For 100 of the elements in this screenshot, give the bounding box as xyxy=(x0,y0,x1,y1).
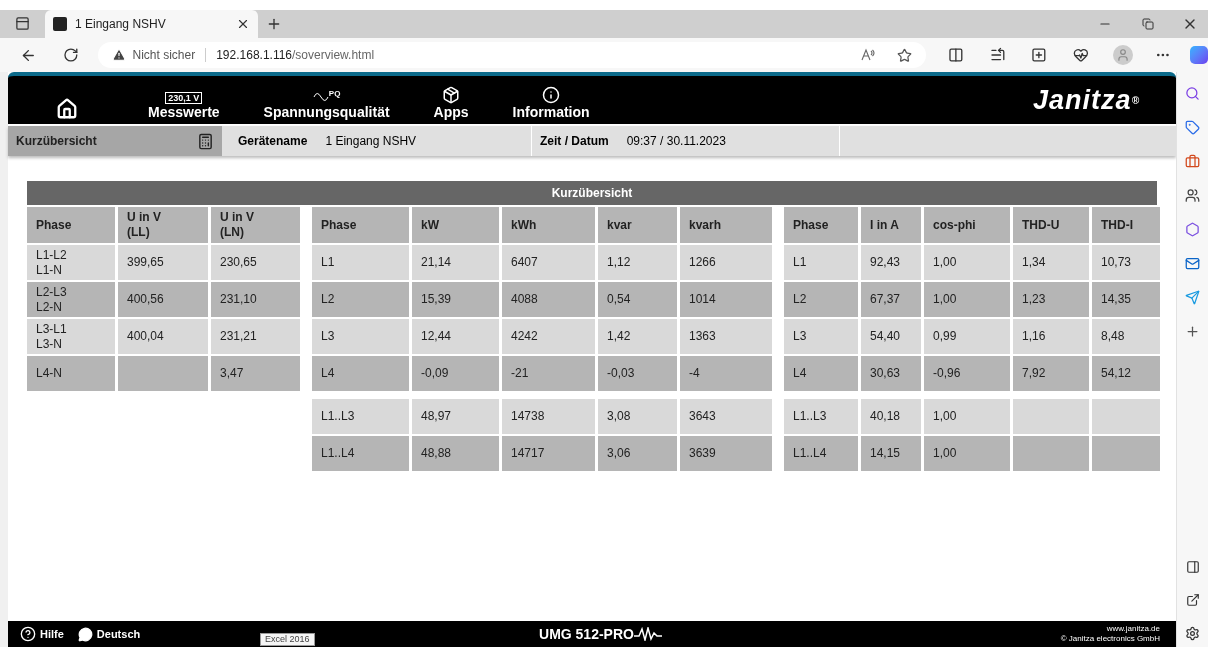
table-cell: L1 xyxy=(784,245,858,280)
table-cell: L1-L2 L1-N xyxy=(27,245,115,280)
language-link[interactable]: Deutsch xyxy=(96,625,141,643)
waveform-icon xyxy=(633,627,662,641)
favorites-icon[interactable] xyxy=(989,47,1006,63)
table-cell: 21,14 xyxy=(412,245,499,280)
table-cell: 1,00 xyxy=(924,436,1010,471)
table-cell: 1,23 xyxy=(1013,282,1089,317)
table-cell: 10,73 xyxy=(1092,245,1160,280)
column-header: U in V (LN) xyxy=(211,207,300,243)
table-cell: 14,35 xyxy=(1092,282,1160,317)
collections-icon[interactable] xyxy=(1031,47,1048,63)
nav-tab[interactable]: Apps xyxy=(433,76,469,124)
address-bar[interactable]: Nicht sicher 192.168.1.116/soverview.html xyxy=(98,42,926,68)
table-cell: 400,04 xyxy=(118,319,208,354)
table-cell: -0,03 xyxy=(598,356,677,391)
table-cell xyxy=(1092,399,1160,434)
table-cell: 231,21 xyxy=(211,319,300,354)
column-header: Phase xyxy=(312,207,409,243)
table-cell: L2 xyxy=(784,282,858,317)
table-cell: L1..L4 xyxy=(312,436,409,471)
table-cell: 12,44 xyxy=(412,319,499,354)
table-cell: 399,65 xyxy=(118,245,208,280)
home-icon[interactable] xyxy=(56,98,78,120)
send-icon[interactable] xyxy=(1185,290,1200,305)
box-icon xyxy=(442,86,461,104)
health-icon[interactable] xyxy=(1073,47,1089,63)
table-cell: 8,48 xyxy=(1092,319,1160,354)
table-cell: 3,08 xyxy=(598,399,677,434)
table-cell: 3639 xyxy=(680,436,772,471)
tag-icon[interactable] xyxy=(1185,120,1200,135)
help-icon[interactable] xyxy=(20,626,36,642)
table-cell: 3643 xyxy=(680,399,772,434)
table-cell: 92,43 xyxy=(861,245,921,280)
help-link[interactable]: Hilfe xyxy=(40,625,64,643)
new-tab-icon[interactable] xyxy=(266,16,282,32)
briefcase-icon[interactable] xyxy=(1185,154,1200,169)
table-cell: L2 xyxy=(312,282,409,317)
brand-logo: Janitza$^{®}$ xyxy=(1033,83,1140,117)
table-cell: 1363 xyxy=(680,319,772,354)
people-icon[interactable] xyxy=(1185,188,1200,203)
nav-tab[interactable]: 230,1 V Messwerte xyxy=(148,76,220,124)
add-icon[interactable] xyxy=(1185,324,1200,339)
table-cell: 54,40 xyxy=(861,319,921,354)
table-cell: L1 xyxy=(312,245,409,280)
sidebar-toggle-icon[interactable] xyxy=(1185,560,1200,574)
table-cell: 1,16 xyxy=(1013,319,1089,354)
external-link-icon[interactable] xyxy=(1185,593,1200,607)
hexagon-icon[interactable] xyxy=(1185,222,1200,237)
table-cell: L3 xyxy=(784,319,858,354)
column-header: Phase xyxy=(27,207,115,243)
table-cell: 4088 xyxy=(502,282,595,317)
url-text[interactable]: 192.168.1.116/soverview.html xyxy=(216,46,855,64)
language-icon[interactable] xyxy=(77,626,93,642)
nav-tab[interactable]: Information xyxy=(512,76,590,124)
close-icon[interactable] xyxy=(236,17,250,31)
column-header: THD-U xyxy=(1013,207,1089,243)
security-label[interactable]: Nicht sicher xyxy=(132,46,196,64)
tab-actions-icon[interactable] xyxy=(15,16,30,31)
table-cell: L3-L1 L3-N xyxy=(27,319,115,354)
table-cell: L4-N xyxy=(27,356,115,391)
split-screen-icon[interactable] xyxy=(947,47,964,63)
profile-avatar[interactable] xyxy=(1112,45,1133,65)
table-cell: 1,42 xyxy=(598,319,677,354)
table-cell: 1,00 xyxy=(924,399,1010,434)
time-label: Zeit / Datum xyxy=(540,133,609,150)
restore-icon[interactable] xyxy=(1142,18,1154,30)
table-cell: L2-L3 L2-N xyxy=(27,282,115,317)
website-link[interactable]: www.janitza.de xyxy=(1106,624,1160,634)
meter-display-icon: 230,1 V xyxy=(165,92,203,104)
table-cell: 7,92 xyxy=(1013,356,1089,391)
column-header: kWh xyxy=(502,207,595,243)
table-cell: 1,00 xyxy=(924,282,1010,317)
settings-icon[interactable] xyxy=(1185,626,1200,641)
table-title: Kurzübersicht xyxy=(27,181,1157,205)
column-header: kW xyxy=(412,207,499,243)
table-cell: 14717 xyxy=(502,436,595,471)
table-cell: 54,12 xyxy=(1092,356,1160,391)
table-cell: L1..L4 xyxy=(784,436,858,471)
table-cell: 3,47 xyxy=(211,356,300,391)
browser-tab[interactable]: 1 Eingang NSHV xyxy=(45,10,258,38)
table-cell: 67,37 xyxy=(861,282,921,317)
calculator-icon[interactable] xyxy=(197,132,214,150)
model-name: UMG 512-PRO xyxy=(539,624,634,644)
table-cell: L4 xyxy=(784,356,858,391)
reload-icon[interactable] xyxy=(62,47,79,63)
table-cell: -4 xyxy=(680,356,772,391)
favorite-icon[interactable] xyxy=(896,47,912,63)
column-header: THD-I xyxy=(1092,207,1160,243)
site-icon xyxy=(53,17,67,31)
table-cell: 1,00 xyxy=(924,245,1010,280)
device-label: Gerätename xyxy=(238,133,308,150)
mail-icon[interactable] xyxy=(1185,256,1200,271)
nav-tab[interactable]: PQ Spannungsqualität xyxy=(263,76,390,124)
table-cell: L1..L3 xyxy=(312,399,409,434)
read-aloud-icon[interactable] xyxy=(860,48,875,62)
table-cell: 6407 xyxy=(502,245,595,280)
device-value: 1 Eingang NSHV xyxy=(325,133,417,150)
table-cell: -21 xyxy=(502,356,595,391)
search-icon[interactable] xyxy=(1185,86,1200,101)
